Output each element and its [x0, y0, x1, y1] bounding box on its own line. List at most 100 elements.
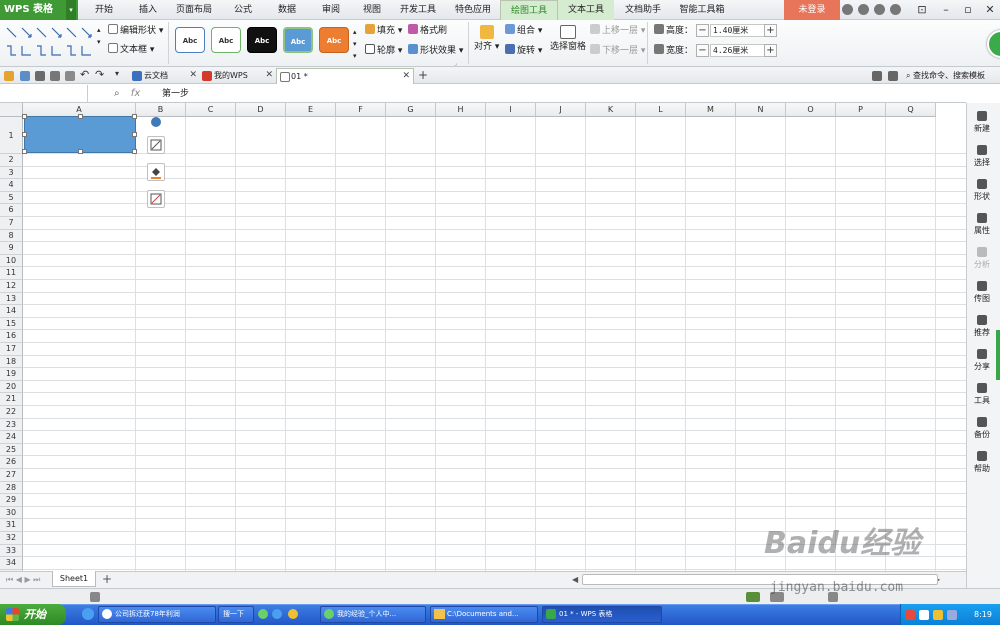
sheet-tab-sheet1[interactable]: Sheet1 [52, 571, 96, 587]
textbox-button[interactable]: 文本框 ▾ [108, 43, 154, 56]
format-brush-button[interactable]: 格式刷 [408, 24, 447, 37]
resize-handle[interactable] [78, 149, 83, 154]
select-all-corner[interactable] [0, 103, 23, 117]
undo-icon[interactable]: ↶ [80, 68, 90, 81]
line-shape-icon[interactable] [50, 26, 63, 39]
row-header[interactable]: 29 [0, 494, 23, 507]
resize-handle[interactable] [22, 114, 27, 119]
minimize-icon[interactable]: – [934, 0, 958, 20]
sheet-nav-arrows-icon[interactable]: ⏮ ◀ ▶ ⏭ [6, 574, 40, 586]
row-header[interactable]: 2 [0, 154, 23, 167]
outline-button[interactable]: 轮廓 ▾ [365, 44, 402, 57]
restore-panel-icon[interactable]: ⊡ [910, 0, 934, 20]
menu-tab-0[interactable]: 开始 [82, 0, 126, 20]
tab-my-wps[interactable]: 我的WPS ✕ [200, 68, 276, 84]
sidebar-toggle-tab[interactable] [996, 330, 1000, 380]
height-input[interactable]: 1.40厘米 [710, 24, 770, 37]
app-menu-button[interactable]: WPS 表格 ▾ [0, 0, 78, 20]
help-icon[interactable] [858, 4, 869, 15]
security-icon[interactable] [947, 610, 957, 620]
close-icon[interactable]: ✕ [978, 0, 1000, 20]
line-shape-icon[interactable] [35, 44, 48, 57]
row-header[interactable]: 5 [0, 191, 23, 205]
name-box[interactable] [0, 85, 88, 103]
row-header[interactable]: 22 [0, 406, 23, 419]
quick-launch-icon[interactable] [82, 608, 94, 620]
customize-dropdown-icon[interactable]: ▾ [115, 69, 125, 79]
line-shape-icon[interactable] [5, 26, 18, 39]
row-header[interactable]: 14 [0, 305, 23, 318]
row-header[interactable]: 23 [0, 418, 23, 432]
row-header[interactable]: 12 [0, 280, 23, 293]
column-header[interactable]: E [286, 103, 336, 117]
row-header[interactable]: 30 [0, 506, 23, 520]
style-preset-1[interactable]: Abc [175, 27, 205, 53]
line-shape-icon[interactable] [35, 26, 48, 39]
row-header[interactable]: 18 [0, 355, 23, 369]
row-header[interactable]: 3 [0, 166, 23, 180]
menu-tab-5[interactable]: 审阅 [308, 0, 354, 20]
line-shape-icon[interactable] [65, 26, 78, 39]
column-header[interactable]: D [236, 103, 286, 117]
resize-handle[interactable] [132, 114, 137, 119]
column-header[interactable]: H [436, 103, 486, 117]
column-header[interactable]: Q [886, 103, 936, 117]
row-header[interactable]: 20 [0, 380, 23, 394]
resize-handle[interactable] [78, 114, 83, 119]
sidebar-item-10[interactable]: 帮助 [967, 451, 997, 474]
style-preset-2[interactable]: Abc [211, 27, 241, 53]
sidebar-item-5[interactable]: 传图 [967, 281, 997, 304]
menu-tab-9[interactable]: 绘图工具 [500, 0, 558, 21]
line-shape-icon[interactable] [80, 44, 93, 57]
row-header[interactable]: 13 [0, 292, 23, 306]
close-tab-icon[interactable]: ✕ [265, 68, 273, 83]
image-icon[interactable] [888, 71, 898, 81]
rotate-button[interactable]: 旋转 ▾ [505, 44, 542, 57]
normal-view-icon[interactable] [746, 592, 760, 602]
column-header[interactable]: N [736, 103, 786, 117]
width-input[interactable]: 4.26厘米 [710, 44, 770, 57]
line-shape-icon[interactable] [80, 26, 93, 39]
row-header[interactable]: 9 [0, 242, 23, 255]
gallery-scroll-icon[interactable]: ▴ ▾ [97, 24, 101, 48]
tab-cloud-docs[interactable]: 云文档 ✕ [130, 68, 200, 84]
sidebar-item-1[interactable]: 选择 [967, 145, 997, 168]
column-header[interactable]: B [136, 103, 186, 117]
sidebar-item-2[interactable]: 形状 [967, 179, 997, 202]
tab-document-01[interactable]: 01 * ✕ [276, 68, 414, 84]
resize-handle[interactable] [132, 132, 137, 137]
sidebar-item-9[interactable]: 备份 [967, 417, 997, 440]
network-icon[interactable] [933, 610, 943, 620]
login-button[interactable]: 未登录 [784, 0, 840, 20]
worksheet-grid[interactable]: ABCDEFGHIJKLMNOPQ 1 2 3 4 5 6 7 8 9 10 11 12 13 14 15 1… [0, 103, 966, 571]
tray-app-icon[interactable] [258, 609, 268, 619]
resize-handle[interactable] [22, 132, 27, 137]
shape-effect-button[interactable]: 形状效果 ▾ [408, 44, 463, 57]
style-preset-5[interactable]: Abc [319, 27, 349, 53]
selected-rectangle-shape[interactable] [22, 114, 137, 154]
row-header[interactable]: 28 [0, 481, 23, 495]
sidebar-item-3[interactable]: 属性 [967, 213, 997, 236]
row-header[interactable]: 11 [0, 267, 23, 280]
menu-tab-8[interactable]: 特色应用 [446, 0, 500, 20]
save-icon[interactable] [20, 71, 30, 81]
new-tab-icon[interactable]: + [418, 68, 428, 82]
column-header[interactable]: C [186, 103, 236, 117]
align-button[interactable]: 对齐 ▾ [474, 25, 499, 53]
line-shape-icon[interactable] [5, 44, 18, 57]
line-shape-icon[interactable] [20, 44, 33, 57]
column-header[interactable]: F [336, 103, 386, 117]
save-as-icon[interactable] [35, 71, 45, 81]
start-button[interactable]: 开始 [0, 604, 66, 625]
taskbar-item-baidu[interactable]: 我的经验_个人中... [320, 606, 426, 623]
menu-tab-11[interactable]: 文档助手 [614, 0, 672, 20]
column-header[interactable]: O [786, 103, 836, 117]
sidebar-item-8[interactable]: 工具 [967, 383, 997, 406]
height-decrease-button[interactable]: − [696, 24, 709, 37]
row-header[interactable]: 19 [0, 368, 23, 381]
row-header[interactable]: 15 [0, 317, 23, 331]
style-gallery-scroll-icon[interactable]: ▴ ▾ ▾ [353, 26, 357, 62]
menu-tab-4[interactable]: 数据 [266, 0, 308, 20]
width-increase-button[interactable]: + [764, 44, 777, 57]
row-header[interactable]: 17 [0, 343, 23, 356]
